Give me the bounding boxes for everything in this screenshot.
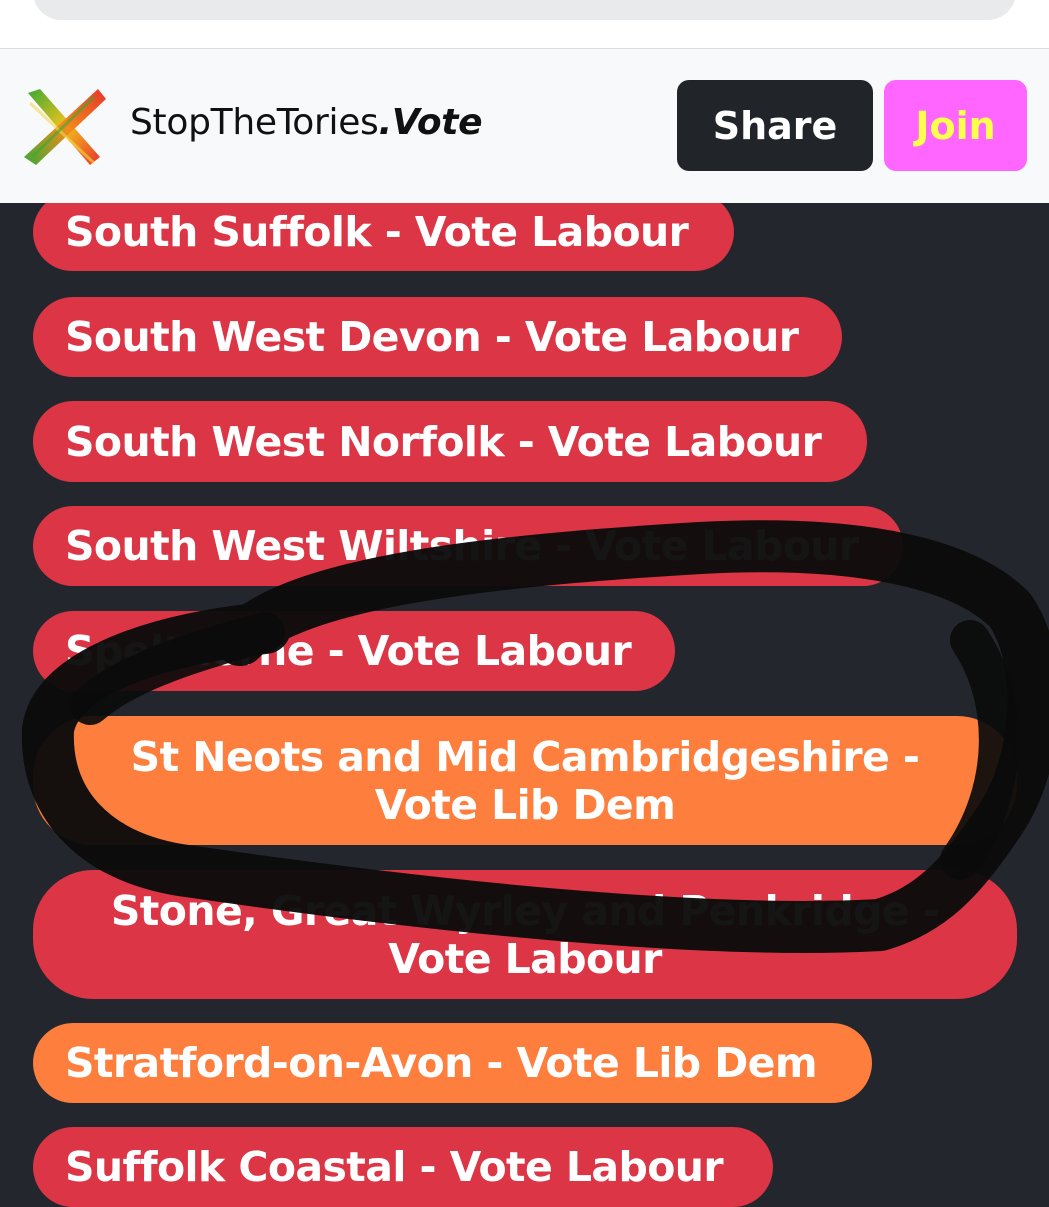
constituency-item-stone-great-wyrley-and-penkridge[interactable]: Stone, Great Wyrley and Penkridge - Vote… xyxy=(33,870,1017,999)
constituency-label: St Neots and Mid Cambridgeshire - Vote L… xyxy=(130,732,920,829)
constituency-item-south-west-devon[interactable]: South West Devon - Vote Labour xyxy=(33,297,842,377)
constituency-item-south-suffolk[interactable]: South Suffolk - Vote Labour xyxy=(33,193,734,271)
constituency-label: South Suffolk - Vote Labour xyxy=(65,208,689,256)
brand-suffix: .Vote xyxy=(378,102,483,143)
site-brand[interactable]: StopTheTories.Vote xyxy=(130,101,483,145)
constituency-label: Stratford-on-Avon - Vote Lib Dem xyxy=(65,1039,818,1087)
constituency-label: Suffolk Coastal - Vote Labour xyxy=(65,1143,724,1191)
constituency-item-stratford-on-avon[interactable]: Stratford-on-Avon - Vote Lib Dem xyxy=(33,1023,872,1103)
constituency-label: South West Norfolk - Vote Labour xyxy=(65,417,822,466)
constituency-item-spelthorne[interactable]: Spelthorne - Vote Labour xyxy=(33,611,675,691)
join-button[interactable]: Join xyxy=(884,80,1027,171)
share-button[interactable]: Share xyxy=(677,80,873,171)
brand-main: StopTheTories xyxy=(130,102,379,143)
site-header: StopTheTories.Vote Share Join xyxy=(0,49,1049,203)
constituency-item-south-west-wiltshire[interactable]: South West Wiltshire - Vote Labour xyxy=(33,506,903,586)
x-logo-icon[interactable] xyxy=(20,83,106,169)
browser-top-strip xyxy=(0,0,1049,49)
constituency-item-south-west-norfolk[interactable]: South West Norfolk - Vote Labour xyxy=(33,401,867,482)
constituency-label: South West Wiltshire - Vote Labour xyxy=(65,522,859,570)
constituency-label: Spelthorne - Vote Labour xyxy=(65,627,632,675)
address-bar[interactable] xyxy=(33,0,1016,20)
constituency-label: Stone, Great Wyrley and Penkridge - Vote… xyxy=(110,886,940,983)
constituency-item-st-neots-and-mid-cambridgeshire[interactable]: St Neots and Mid Cambridgeshire - Vote L… xyxy=(33,716,1017,845)
constituency-label: South West Devon - Vote Labour xyxy=(65,313,799,361)
constituency-item-suffolk-coastal[interactable]: Suffolk Coastal - Vote Labour xyxy=(33,1127,773,1207)
